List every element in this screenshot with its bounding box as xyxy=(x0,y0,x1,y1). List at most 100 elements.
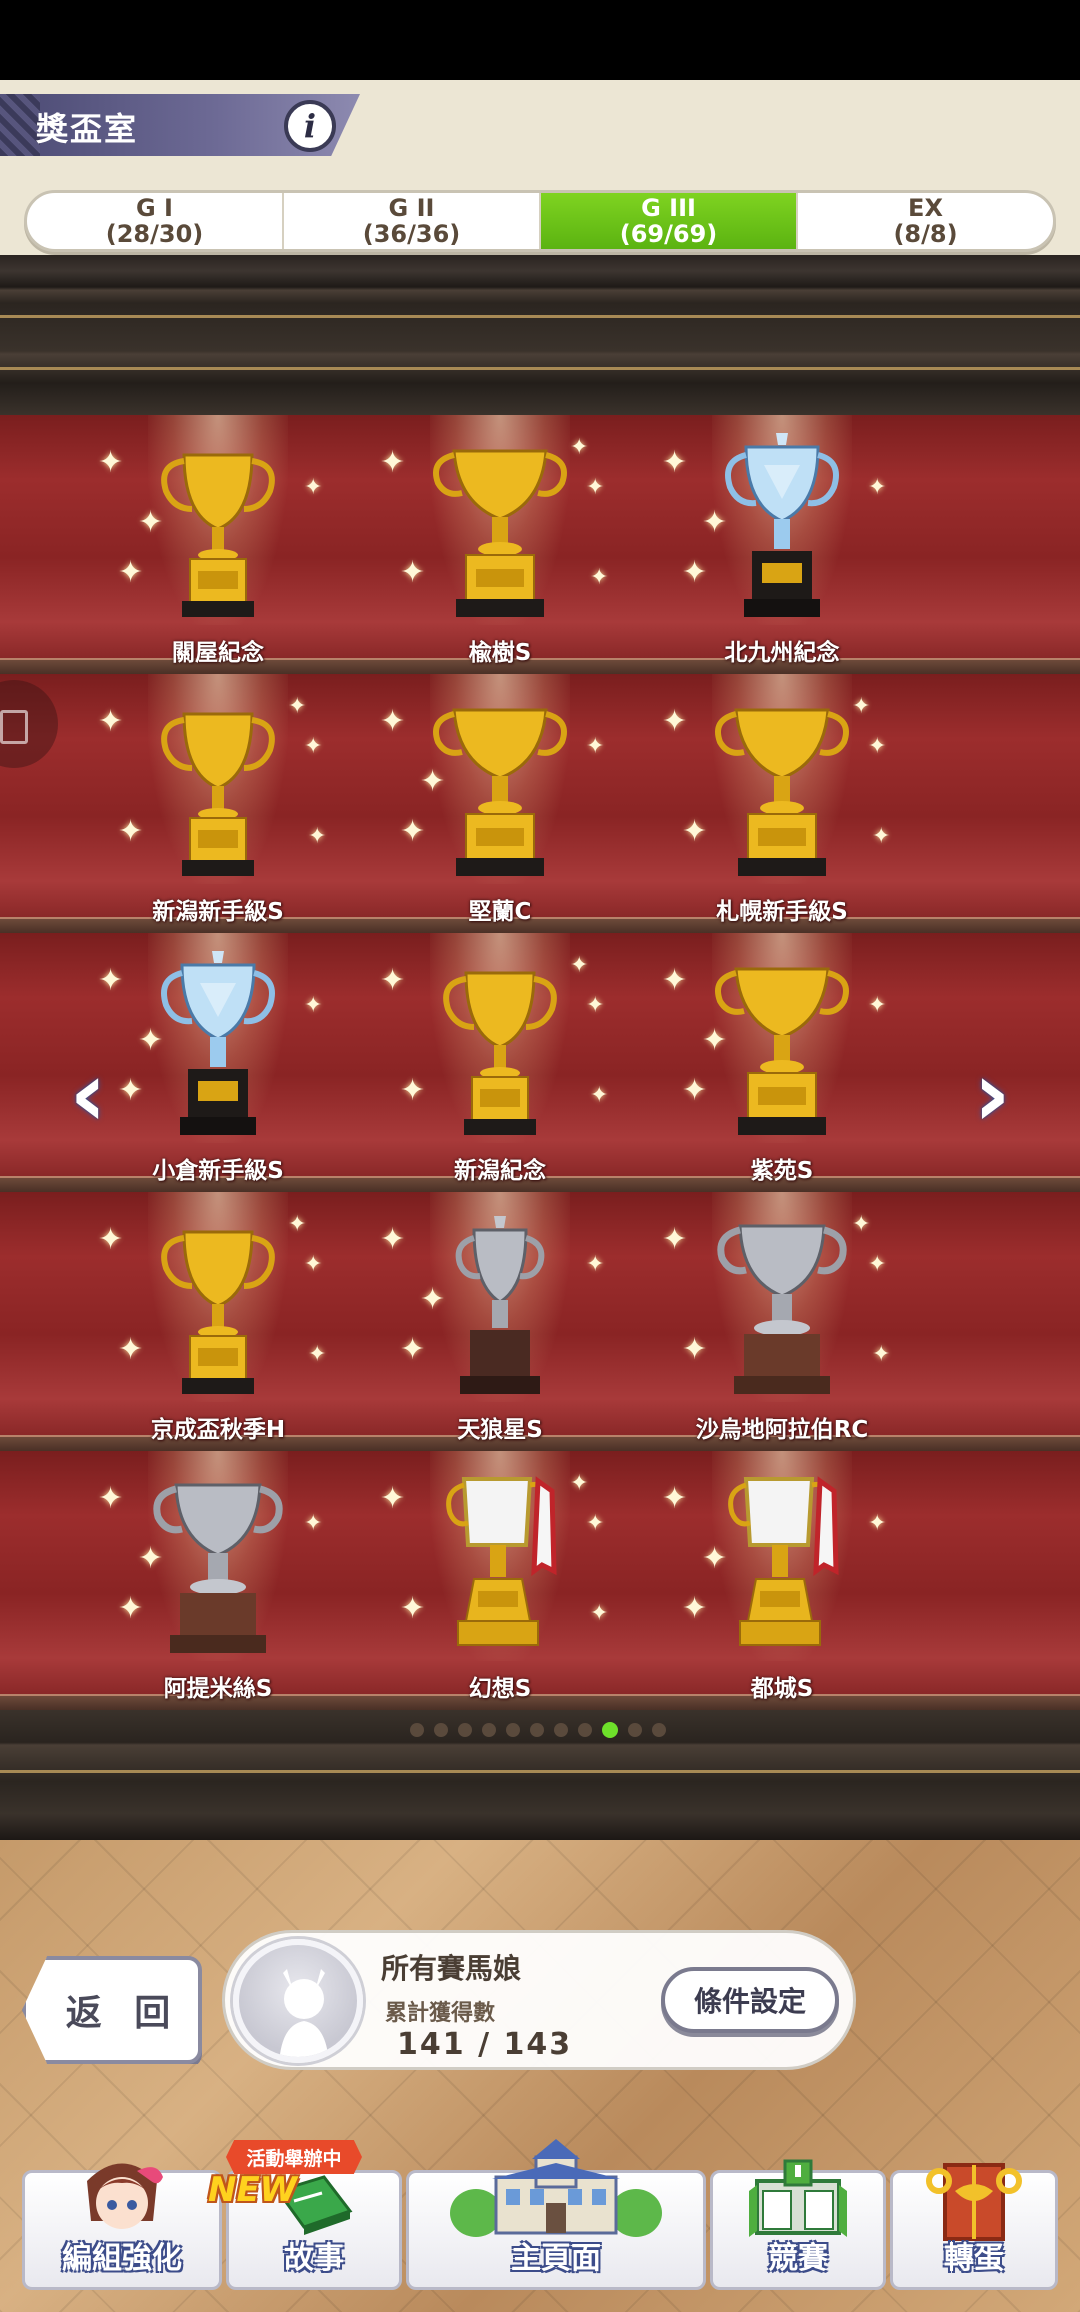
trophy-name: 堅蘭C xyxy=(468,899,532,925)
sparkle-icon: ✦ xyxy=(868,475,887,500)
chevron-right-icon[interactable]: › xyxy=(962,1050,1022,1140)
sparkle-icon: ✦ xyxy=(304,475,323,500)
sparkle-icon: ✦ xyxy=(118,1332,144,1367)
trophy-icon xyxy=(715,708,849,876)
page-dot-active[interactable] xyxy=(602,1722,618,1738)
tab-g3[interactable]: G III (69/69) xyxy=(541,193,798,249)
trophy-name: 北九州紀念 xyxy=(724,640,840,666)
page-dot[interactable] xyxy=(554,1723,568,1737)
sparkle-icon: ✦ xyxy=(852,1212,871,1237)
info-icon[interactable]: i xyxy=(284,100,336,152)
trophy-name: 沙烏地阿拉伯RC xyxy=(695,1417,869,1443)
trophy-item[interactable]: ✦ ✦ ✦ ✦ ✦ 京成盃秋季H xyxy=(98,1192,328,1443)
trophy-name: 札幌新手級S xyxy=(716,899,848,925)
page-dot[interactable] xyxy=(578,1723,592,1737)
trophy-icon xyxy=(161,951,275,1135)
chevron-left-icon[interactable]: ‹ xyxy=(58,1050,118,1140)
tab-g1[interactable]: G I (28/30) xyxy=(27,193,284,249)
trophy-icon xyxy=(717,1224,847,1394)
sparkle-icon: ✦ xyxy=(868,1511,887,1536)
trophy-item[interactable]: ✦ ✦ ✦ ✦ ✦ 新潟紀念 xyxy=(380,933,610,1184)
sparkle-icon: ✦ xyxy=(420,764,446,799)
page-dot[interactable] xyxy=(652,1723,666,1737)
sparkle-icon: ✦ xyxy=(400,814,426,849)
trophy-item[interactable]: ✦ ✦ ✦ ✦ ✦ 沙烏地阿拉伯RC xyxy=(662,1192,892,1443)
trophy-item[interactable]: ✦ ✦ ✦ ✦ 堅蘭C xyxy=(380,674,610,925)
trophy-item[interactable]: ✦ ✦ ✦ ✦ 都城S xyxy=(662,1451,892,1702)
nav-item-gacha[interactable]: 轉蛋 xyxy=(890,2163,1058,2290)
header: 獎盃室 i xyxy=(0,80,1080,170)
trophy-item[interactable]: ✦ ✦ ✦ ✦ ✦ 楡樹S xyxy=(380,415,610,666)
trophy-icon xyxy=(161,1230,275,1394)
tab-count: (36/36) xyxy=(362,220,461,248)
nav-label: 故事 xyxy=(284,2241,344,2276)
trophy-item[interactable]: ✦ ✦ ✦ ✦ 關屋紀念 xyxy=(98,415,328,666)
sparkle-icon: ✦ xyxy=(288,694,307,719)
sparkle-icon: ✦ xyxy=(682,1332,708,1367)
sparkle-icon: ✦ xyxy=(590,565,609,590)
nav-item-race[interactable]: 競賽 xyxy=(710,2159,886,2290)
trophy-item[interactable]: ✦ ✦ ✦ ✦ ✦ 新潟新手級S xyxy=(98,674,328,925)
sparkle-icon: ✦ xyxy=(586,734,605,759)
nav-label: 競賽 xyxy=(768,2241,828,2276)
character-name: 所有賽馬娘 xyxy=(381,1952,522,1985)
sparkle-icon: ✦ xyxy=(380,445,406,480)
trophy-name: 都城S xyxy=(750,1676,814,1702)
page-dot[interactable] xyxy=(458,1723,472,1737)
bottom-navigation: 編組強化 故事 主頁面 競賽 轉蛋 xyxy=(22,2139,1058,2290)
total-label: 累計獲得數 xyxy=(385,2001,496,2026)
page-dot[interactable] xyxy=(434,1723,448,1737)
back-button-label: 返 回 xyxy=(65,1993,181,2034)
sparkle-icon: ✦ xyxy=(590,1601,609,1626)
sparkle-icon: ✦ xyxy=(662,1222,688,1257)
trophy-item[interactable]: ✦ ✦ ✦ ✦ 紫苑S xyxy=(662,933,892,1184)
page-dot[interactable] xyxy=(506,1723,520,1737)
tab-ex[interactable]: EX (8/8) xyxy=(798,193,1053,249)
sparkle-icon: ✦ xyxy=(662,445,688,480)
nav-item-team[interactable]: 編組強化 xyxy=(22,2163,222,2290)
page-dot[interactable] xyxy=(530,1723,544,1737)
sparkle-icon: ✦ xyxy=(702,1023,728,1058)
page-dot[interactable] xyxy=(482,1723,496,1737)
trophy-icon xyxy=(161,712,275,876)
trophy-name: 阿提米絲S xyxy=(163,1676,273,1702)
sparkle-icon: ✦ xyxy=(662,963,688,998)
sparkle-icon: ✦ xyxy=(118,814,144,849)
character-silhouette-icon xyxy=(279,1969,329,2057)
sparkle-icon: ✦ xyxy=(304,734,323,759)
sparkle-icon: ✦ xyxy=(304,1252,323,1277)
sparkle-icon: ✦ xyxy=(868,1252,887,1277)
trophy-item[interactable]: ✦ ✦ ✦ ✦ 小倉新手級S xyxy=(98,933,328,1184)
trophy-name: 小倉新手級S xyxy=(152,1158,284,1184)
new-badge: NEW xyxy=(208,2170,298,2210)
trophy-name: 新潟新手級S xyxy=(152,899,284,925)
sparkle-icon: ✦ xyxy=(400,1332,426,1367)
trophy-item[interactable]: ✦ ✦ ✦ ✦ 天狼星S xyxy=(380,1192,610,1443)
sparkle-icon: ✦ xyxy=(868,993,887,1018)
nav-item-home[interactable]: 主頁面 xyxy=(406,2139,706,2290)
nav-label: 編組強化 xyxy=(62,2241,182,2276)
trophy-name: 楡樹S xyxy=(468,640,532,666)
sparkle-icon: ✦ xyxy=(570,953,589,978)
sparkle-icon: ✦ xyxy=(98,1222,124,1257)
trophy-item[interactable]: ✦ ✦ ✦ ✦ 阿提米絲S xyxy=(98,1451,328,1702)
trophy-item[interactable]: ✦ ✦ ✦ ✦ ✦ 札幌新手級S xyxy=(662,674,892,925)
grade-tabs: G I (28/30) G II (36/36) G III (69/69) E… xyxy=(24,190,1056,252)
page-indicator xyxy=(410,1720,670,1740)
sparkle-icon: ✦ xyxy=(138,505,164,540)
trophy-icon xyxy=(433,449,567,617)
sparkle-icon: ✦ xyxy=(570,435,589,460)
sparkle-icon: ✦ xyxy=(590,1083,609,1108)
tab-g2[interactable]: G II (36/36) xyxy=(284,193,541,249)
filter-settings-button[interactable]: 條件設定 xyxy=(661,1967,839,2033)
sparkle-icon: ✦ xyxy=(662,1481,688,1516)
back-button[interactable]: 返 回 xyxy=(22,1956,202,2064)
sparkle-icon: ✦ xyxy=(852,694,871,719)
page-dot[interactable] xyxy=(410,1723,424,1737)
trophy-name: 紫苑S xyxy=(750,1158,814,1184)
trophy-icon xyxy=(715,967,849,1135)
avatar xyxy=(233,1939,363,2063)
page-dot[interactable] xyxy=(628,1723,642,1737)
trophy-item[interactable]: ✦ ✦ ✦ ✦ ✦ 幻想S xyxy=(380,1451,610,1702)
trophy-item[interactable]: ✦ ✦ ✦ ✦ 北九州紀念 xyxy=(662,415,892,666)
